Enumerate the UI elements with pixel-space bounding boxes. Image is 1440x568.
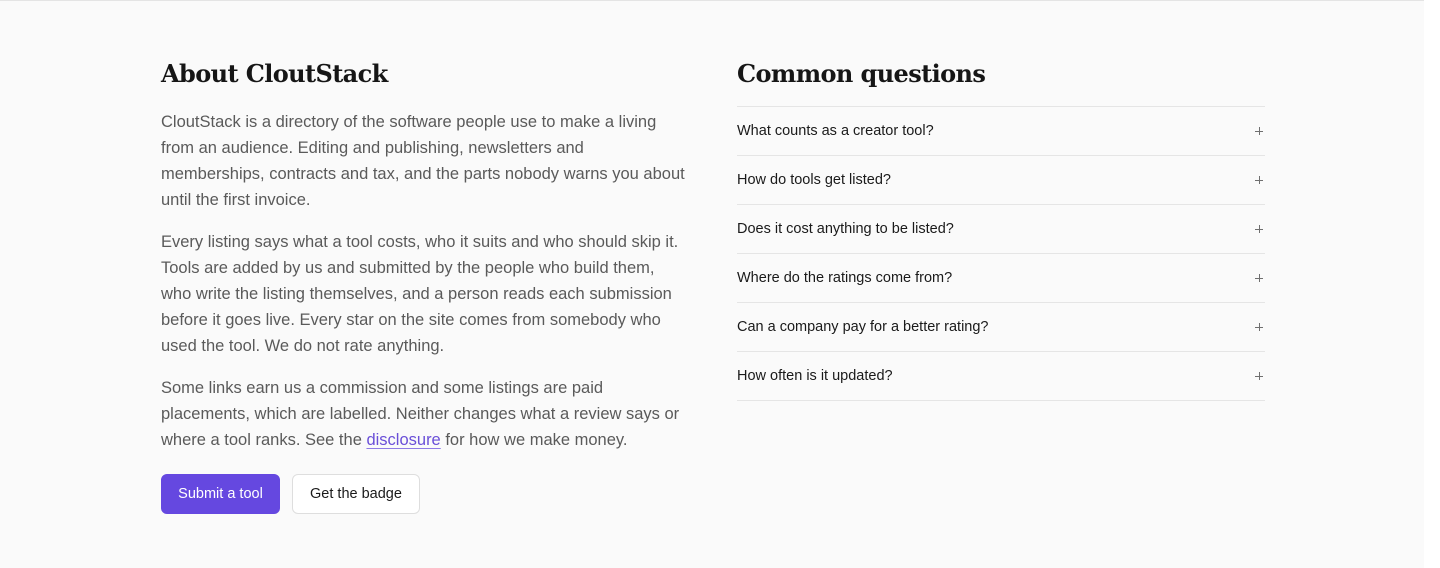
faq-item[interactable]: How often is it updated? — [737, 352, 1265, 401]
faq-question: Where do the ratings come from? — [737, 270, 953, 286]
plus-icon — [1254, 371, 1264, 381]
faq-question: How do tools get listed? — [737, 172, 891, 188]
plus-icon — [1254, 175, 1264, 185]
disclosure-link[interactable]: disclosure — [366, 431, 440, 449]
about-column: About CloutStack CloutStack is a directo… — [161, 58, 687, 453]
faq-item[interactable]: Can a company pay for a better rating? — [737, 303, 1265, 352]
about-paragraph-3-after: for how we make money. — [440, 431, 628, 449]
about-paragraph-1: CloutStack is a directory of the softwar… — [161, 113, 685, 209]
about-paragraph-2: Every listing says what a tool costs, wh… — [161, 233, 679, 355]
faq-question: How often is it updated? — [737, 368, 893, 384]
plus-icon — [1254, 322, 1264, 332]
faq-item[interactable]: How do tools get listed? — [737, 156, 1265, 205]
faq-item[interactable]: Where do the ratings come from? — [737, 254, 1265, 303]
about-faq-section: About CloutStack CloutStack is a directo… — [0, 0, 1424, 568]
faq-question: What counts as a creator tool? — [737, 123, 934, 139]
faq-question: Does it cost anything to be listed? — [737, 221, 954, 237]
scrollbar-gutter — [1424, 0, 1440, 568]
faq-heading: Common questions — [737, 59, 986, 88]
faq-list: What counts as a creator tool? How do to… — [737, 106, 1265, 401]
faq-column: Common questions What counts as a creato… — [737, 58, 1265, 401]
plus-icon — [1254, 273, 1264, 283]
faq-item[interactable]: Does it cost anything to be listed? — [737, 205, 1265, 254]
get-badge-button[interactable]: Get the badge — [292, 474, 420, 514]
about-actions: Submit a tool Get the badge — [161, 474, 420, 514]
faq-item[interactable]: What counts as a creator tool? — [737, 107, 1265, 156]
about-heading: About CloutStack — [161, 59, 388, 88]
plus-icon — [1254, 224, 1264, 234]
submit-tool-button[interactable]: Submit a tool — [161, 474, 280, 514]
faq-question: Can a company pay for a better rating? — [737, 319, 989, 335]
plus-icon — [1254, 126, 1264, 136]
about-paragraph-3: Some links earn us a commission and some… — [161, 375, 687, 453]
